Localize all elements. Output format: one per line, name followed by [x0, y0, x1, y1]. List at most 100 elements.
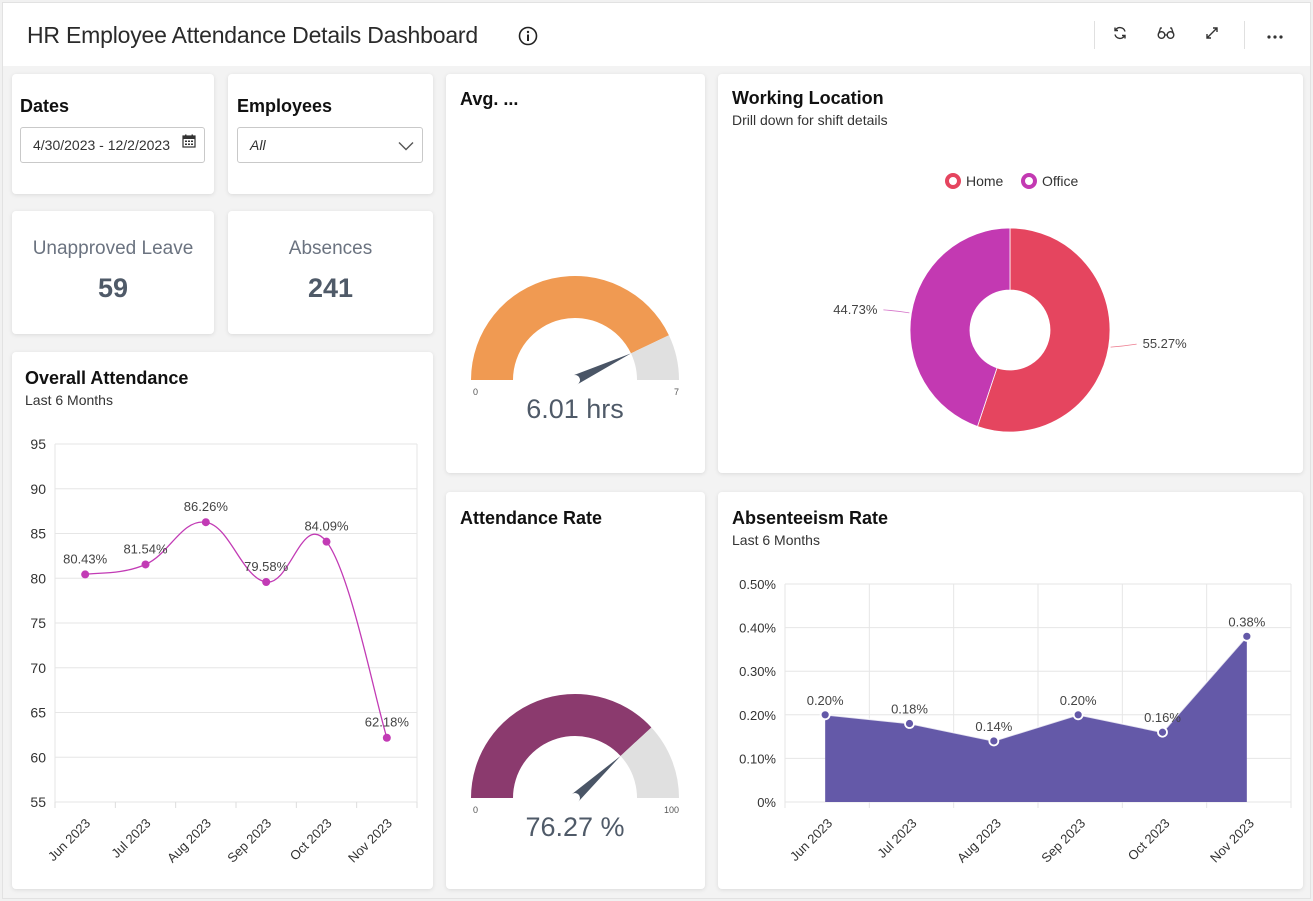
x-tick-label: Sep 2023 [1038, 816, 1088, 866]
attendance-rate-card: Attendance Rate 0 100 76.27 % [446, 492, 705, 889]
absences-label: Absences [288, 238, 373, 259]
slice-leader-line [1110, 343, 1137, 348]
refresh-button[interactable] [1108, 23, 1132, 47]
legend-item-office: Office [1021, 173, 1079, 189]
data-label: 0.20% [1060, 693, 1097, 708]
data-point [988, 735, 1000, 747]
data-point [382, 733, 391, 742]
y-tick-label: 0.20% [739, 708, 776, 723]
x-tick-label: Aug 2023 [164, 816, 214, 866]
slice-label: 44.73% [833, 302, 878, 317]
legend-donut-icon [1021, 173, 1037, 189]
data-label: 81.54% [123, 541, 168, 556]
attendance-rate-gauge-min-label: 0 [473, 805, 478, 815]
attendance-rate-gauge-max-label: 100 [664, 805, 679, 815]
y-tick-label: 55 [30, 794, 46, 810]
x-tick-label: Oct 2023 [287, 816, 335, 864]
more-options-button[interactable] [1263, 23, 1287, 47]
y-tick-label: 0.30% [739, 664, 776, 679]
data-label: 79.58% [244, 559, 289, 574]
y-tick-label: 0.50% [739, 577, 776, 592]
x-tick-label: Nov 2023 [345, 816, 395, 866]
attendance-rate-gauge-value-arc [471, 694, 652, 798]
y-tick-label: 75 [30, 615, 46, 631]
employees-label: Employees [237, 96, 333, 116]
dates-filter-card: Dates 4/30/2023 - 12/2/2023 [12, 74, 214, 194]
more-icon [1267, 26, 1283, 44]
avg-hours-gauge-min-label: 0 [473, 387, 478, 397]
y-tick-label: 0.10% [739, 751, 776, 766]
x-tick-label: Jul 2023 [108, 816, 153, 861]
dates-label: Dates [20, 96, 70, 116]
working-location-chart: 55.27% 44.73% Home Office [833, 173, 1188, 433]
data-point [1157, 726, 1168, 738]
dashboard-title: HR Employee Attendance Details Dashboard [27, 22, 478, 48]
data-label: 0.18% [891, 702, 928, 717]
y-tick-label: 90 [30, 481, 46, 497]
x-tick-label: Aug 2023 [954, 816, 1004, 866]
unapproved-leave-value: 59 [97, 273, 129, 303]
data-point [1072, 709, 1084, 721]
refresh-icon [1112, 25, 1128, 46]
absences-card[interactable]: Absences 241 [228, 211, 433, 334]
y-tick-label: 0% [757, 795, 776, 810]
x-tick-label: Nov 2023 [1207, 816, 1257, 866]
data-point [201, 518, 210, 527]
unapproved-leave-card[interactable]: Unapproved Leave 59 [12, 211, 214, 334]
data-label: 62.18% [365, 715, 410, 730]
employees-filter-card: Employees All [228, 74, 433, 194]
attendance-rate-gauge-value-label: 76.27 % [525, 812, 624, 842]
absences-value: 241 [307, 273, 354, 303]
legend-label: Home [966, 173, 1004, 189]
avg-hours-gauge-max-label: 7 [674, 387, 679, 397]
employees-select-value: All [250, 137, 266, 153]
header-divider [1244, 21, 1245, 49]
attendance-rate-gauge: 0 100 76.27 % [471, 694, 679, 842]
data-point [141, 560, 150, 569]
y-tick-label: 95 [30, 436, 46, 452]
calendar-icon[interactable] [182, 134, 196, 151]
data-label: 0.38% [1228, 614, 1265, 629]
y-tick-label: 65 [30, 705, 46, 721]
avg-hours-gauge: 0 7 6.01 hrs [471, 276, 679, 424]
data-point [1241, 630, 1253, 642]
data-point [904, 718, 915, 729]
x-tick-label: Oct 2023 [1125, 816, 1173, 864]
dashboard-header: HR Employee Attendance Details Dashboard [3, 3, 1310, 66]
employees-select[interactable]: All [237, 127, 423, 163]
date-range-input[interactable]: 4/30/2023 - 12/2/2023 [20, 127, 205, 163]
y-tick-label: 85 [30, 526, 46, 542]
fullscreen-button[interactable] [1200, 23, 1224, 47]
y-tick-label: 60 [30, 749, 46, 765]
chevron-down-icon [398, 138, 414, 154]
data-point [322, 537, 331, 546]
avg-hours-gauge-needle [572, 353, 631, 385]
slice-label: 55.27% [1143, 336, 1188, 351]
data-label: 0.14% [975, 719, 1012, 734]
data-point [819, 709, 831, 721]
legend-label: Office [1042, 173, 1079, 189]
date-range-value: 4/30/2023 - 12/2/2023 [33, 137, 171, 153]
legend-item-home: Home [945, 173, 1004, 189]
info-icon[interactable] [518, 26, 538, 46]
expand-icon [1205, 26, 1219, 45]
overall-attendance-chart: 55 60 65 70 75 80 85 90 95 Jun 2023 Jul 2023 Aug 20… [30, 436, 418, 866]
unapproved-leave-label: Unapproved Leave [32, 238, 194, 259]
slice-leader-line [883, 309, 910, 314]
x-tick-label: Sep 2023 [224, 816, 274, 866]
data-label: 80.43% [63, 551, 108, 566]
presentation-mode-button[interactable] [1154, 23, 1178, 47]
avg-hours-gauge-value-label: 6.01 hrs [526, 394, 624, 424]
data-label: 0.20% [807, 693, 844, 708]
x-tick-label: Jun 2023 [787, 816, 835, 864]
data-label: 84.09% [304, 519, 349, 534]
data-label: 0.16% [1144, 710, 1181, 725]
y-tick-label: 70 [30, 660, 46, 676]
overall-attendance-card: Overall Attendance Last 6 Months 55 60 65 7… [12, 352, 433, 889]
data-label: 86.26% [184, 499, 229, 514]
absenteeism-rate-chart: 0% 0.10% 0.20% 0.30% 0.40% 0.50% Jun 2023 Jul 2… [739, 577, 1292, 866]
absenteeism-area [825, 636, 1247, 802]
glasses-icon [1157, 26, 1175, 45]
attendance-rate-gauge-needle [571, 755, 621, 802]
legend-donut-icon [945, 173, 961, 189]
